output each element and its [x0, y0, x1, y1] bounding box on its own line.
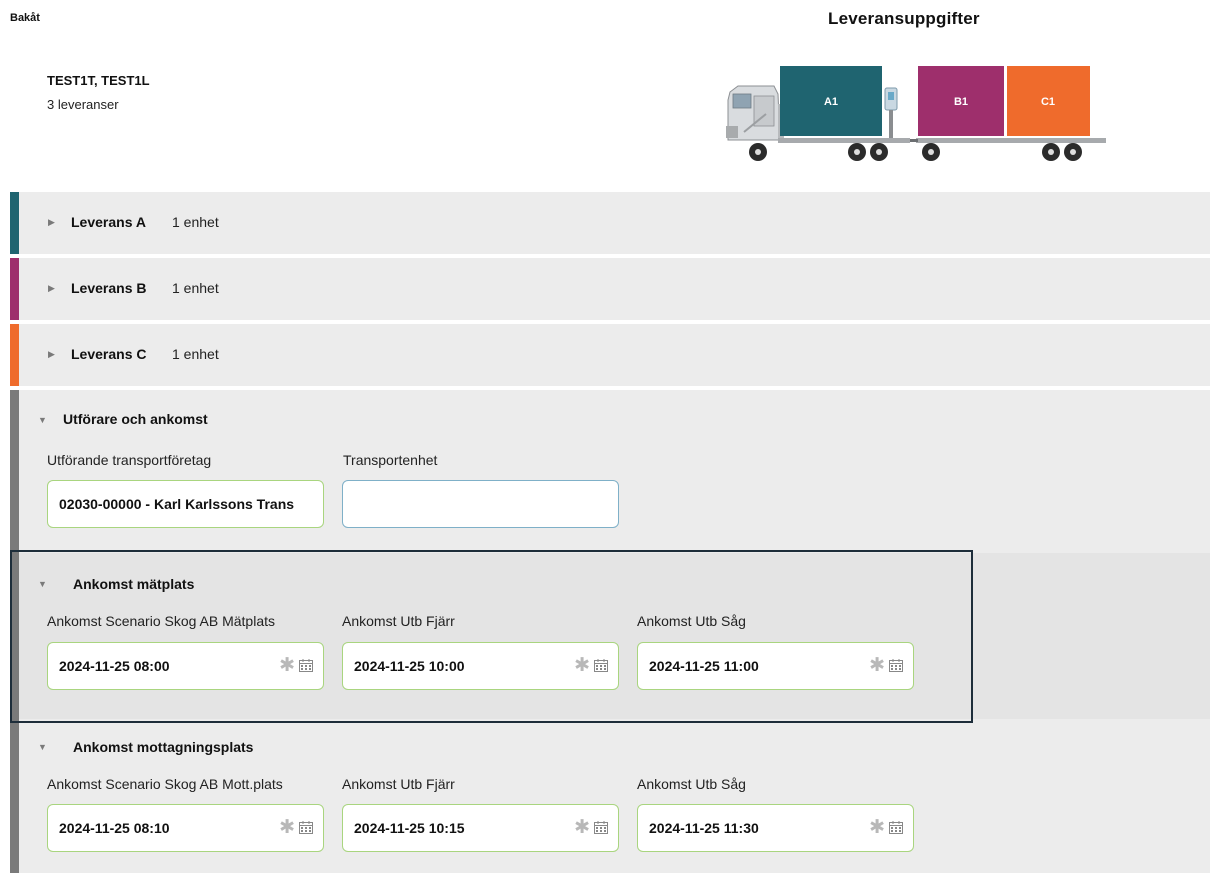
delivery-title: Leverans C — [71, 346, 147, 362]
expand-arrow-icon: ▶ — [48, 349, 55, 359]
performer-section-title[interactable]: Utförare och ankomst — [63, 411, 208, 427]
delivery-units: 1 enhet — [172, 214, 219, 230]
arrival-measure-label-1: Ankomst Scenario Skog AB Mätplats — [47, 613, 275, 629]
section-accent — [10, 553, 19, 719]
page-title: Leveransuppgifter — [828, 9, 980, 28]
transport-unit-label: Transportenhet — [343, 452, 438, 468]
expand-arrow-icon: ▶ — [48, 217, 55, 227]
arrival-receive-field-3[interactable]: 2024-11-25 11:30 ✱ — [637, 804, 914, 852]
arrival-receive-title[interactable]: Ankomst mottagningsplats — [73, 739, 253, 755]
delivery-title: Leverans B — [71, 280, 147, 296]
delivery-accent — [10, 192, 19, 254]
container-a1: A1 — [780, 66, 882, 136]
calendar-icon[interactable] — [594, 821, 608, 834]
delivery-count: 3 leveranser — [47, 97, 119, 112]
arrival-receive-label-2: Ankomst Utb Fjärr — [342, 776, 455, 792]
delivery-title: Leverans A — [71, 214, 146, 230]
delivery-units: 1 enhet — [172, 280, 219, 296]
calendar-icon[interactable] — [889, 659, 903, 672]
calendar-icon[interactable] — [299, 659, 313, 672]
truck-cab — [726, 85, 784, 141]
collapse-arrow-icon[interactable]: ▼ — [38, 579, 47, 589]
container-c1: C1 — [1007, 66, 1090, 136]
arrival-measure-field-1[interactable]: 2024-11-25 08:00 ✱ — [47, 642, 324, 690]
clear-icon[interactable]: ✱ — [869, 656, 885, 675]
arrival-measure-label-2: Ankomst Utb Fjärr — [342, 613, 455, 629]
arrival-receive-label-1: Ankomst Scenario Skog AB Mott.plats — [47, 776, 283, 792]
collapse-arrow-icon[interactable]: ▼ — [38, 742, 47, 752]
crane-icon — [884, 87, 898, 138]
arrival-receive-field-2[interactable]: 2024-11-25 10:15 ✱ — [342, 804, 619, 852]
svg-text:A1: A1 — [824, 96, 838, 108]
clear-icon[interactable]: ✱ — [869, 818, 885, 837]
clear-icon[interactable]: ✱ — [574, 818, 590, 837]
carrier-value: 02030-00000 - Karl Karlssons Trans — [59, 496, 295, 512]
svg-text:C1: C1 — [1041, 96, 1055, 108]
calendar-icon[interactable] — [889, 821, 903, 834]
arrival-measure-label-3: Ankomst Utb Såg — [637, 613, 746, 629]
delivery-row-c[interactable]: ▶ Leverans C 1 enhet — [10, 324, 1210, 386]
calendar-icon[interactable] — [594, 659, 608, 672]
clear-icon[interactable]: ✱ — [279, 818, 295, 837]
arrival-measure-field-2[interactable]: 2024-11-25 10:00 ✱ — [342, 642, 619, 690]
arrival-measure-title[interactable]: Ankomst mätplats — [73, 576, 194, 592]
arrival-measure-field-3[interactable]: 2024-11-25 11:00 ✱ — [637, 642, 914, 690]
clear-icon[interactable]: ✱ — [279, 656, 295, 675]
expand-arrow-icon: ▶ — [48, 283, 55, 293]
back-link[interactable]: Bakåt — [10, 12, 40, 24]
calendar-icon[interactable] — [299, 821, 313, 834]
carrier-label: Utförande transportföretag — [47, 452, 212, 468]
delivery-row-b[interactable]: ▶ Leverans B 1 enhet — [10, 258, 1210, 320]
carrier-field[interactable]: 02030-00000 - Karl Karlssons Trans — [47, 480, 324, 528]
clear-icon[interactable]: ✱ — [574, 656, 590, 675]
arrival-receive-field-1[interactable]: 2024-11-25 08:10 ✱ — [47, 804, 324, 852]
arrival-receive-label-3: Ankomst Utb Såg — [637, 776, 746, 792]
truck-illustration: A1 B1 C1 — [726, 66, 1106, 161]
wheels — [749, 143, 1082, 161]
delivery-row-a[interactable]: ▶ Leverans A 1 enhet — [10, 192, 1210, 254]
trailer-bed — [916, 138, 1106, 143]
delivery-units: 1 enhet — [172, 346, 219, 362]
truck-bed — [778, 138, 910, 143]
transport-unit-field[interactable] — [342, 480, 619, 528]
delivery-accent — [10, 324, 19, 386]
container-b1: B1 — [918, 66, 1004, 136]
svg-text:B1: B1 — [954, 96, 968, 108]
vehicle-name: TEST1T, TEST1L — [47, 73, 150, 88]
collapse-arrow-icon[interactable]: ▼ — [38, 415, 47, 425]
delivery-accent — [10, 258, 19, 320]
